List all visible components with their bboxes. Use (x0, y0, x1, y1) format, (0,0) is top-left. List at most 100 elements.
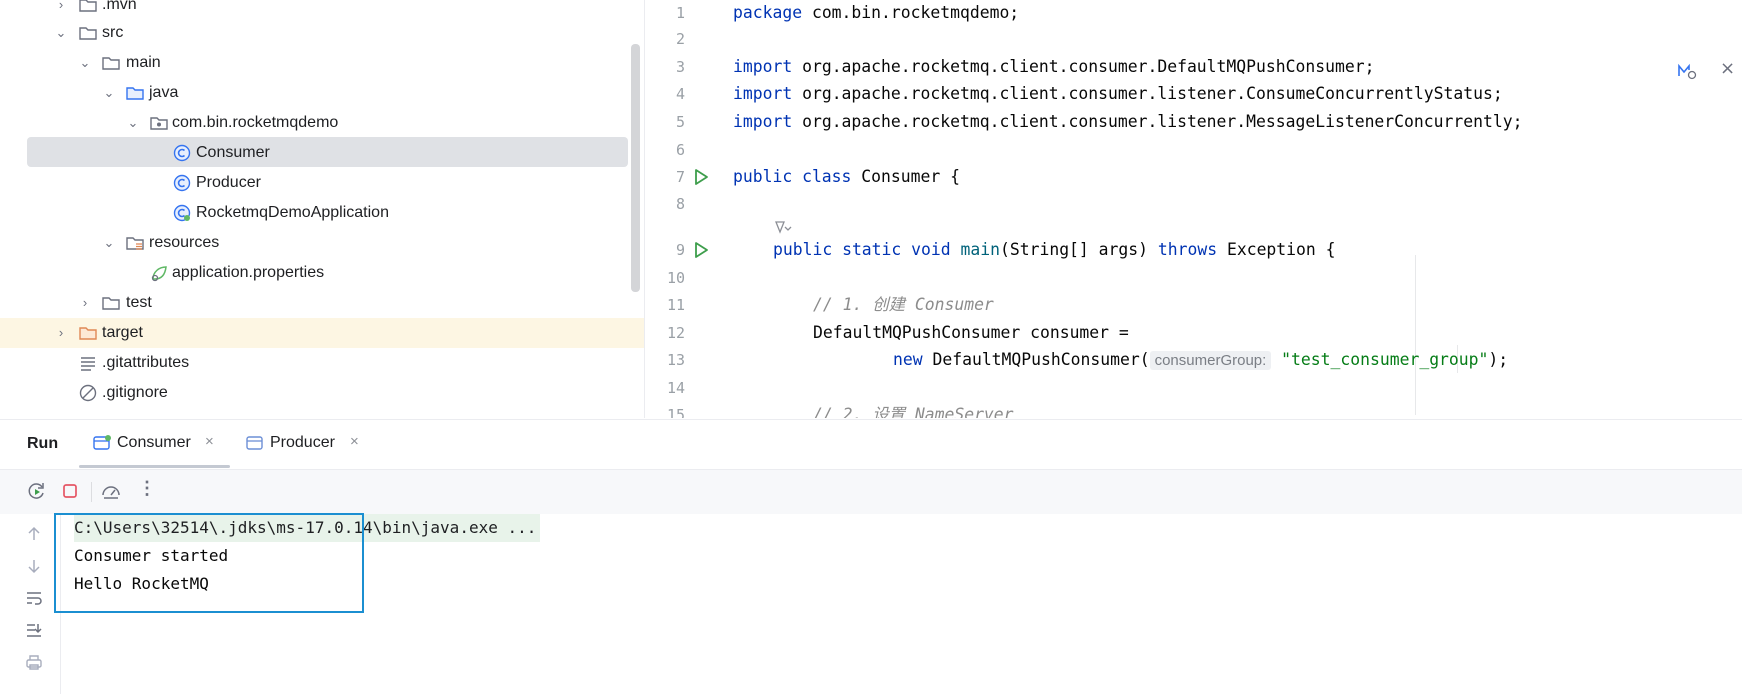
code-comment: // 2. 设置 NameServer (813, 405, 1014, 418)
tree-item-gitattributes[interactable]: .gitattributes (0, 348, 644, 378)
chevron-down-icon[interactable]: ⌄ (125, 113, 141, 133)
code-text: org.apache.rocketmq.client.consumer.list… (792, 112, 1523, 131)
tree-item-producer[interactable]: Producer (0, 168, 644, 198)
source-folder-icon (126, 87, 144, 100)
line-number: 11 (666, 296, 685, 314)
code-text: ); (1488, 350, 1509, 369)
tree-item-label: resources (149, 234, 220, 251)
run-header: Run Consumer × Producer × (0, 420, 1742, 468)
code-keyword: public class (733, 167, 852, 186)
code-line-9: public static void main(String[] args) t… (773, 240, 1336, 260)
tree-item-rocketmqdemoapplication[interactable]: RocketmqDemoApplication (0, 198, 644, 228)
chevron-right-icon[interactable]: › (77, 293, 93, 313)
arrow-up-icon[interactable] (24, 524, 44, 544)
profiler-icon[interactable] (100, 480, 122, 502)
tree-item-label: java (149, 84, 179, 101)
code-line-12: DefaultMQPushConsumer consumer = (813, 323, 1129, 342)
reader-mode-icon[interactable] (1676, 60, 1698, 82)
tree-item-src[interactable]: ⌄ src (0, 18, 644, 48)
code-text: Exception { (1217, 240, 1336, 259)
line-number: 8 (675, 195, 685, 213)
line-number: 10 (666, 269, 685, 287)
run-config-icon (246, 436, 263, 450)
code-line-1: package com.bin.rocketmqdemo; (733, 3, 1019, 23)
tree-scrollbar[interactable] (631, 44, 640, 292)
soft-wrap-icon[interactable] (24, 588, 44, 608)
print-icon[interactable] (24, 652, 44, 672)
stop-icon[interactable] (59, 480, 81, 502)
tree-item-label: .gitattributes (102, 354, 190, 371)
parameter-hint: consumerGroup: (1149, 351, 1272, 370)
code-keyword: package (733, 3, 803, 22)
chevron-down-icon[interactable]: ⌄ (101, 83, 117, 103)
code-text: (String[] args) (999, 240, 1158, 259)
tree-item-label: com.bin.rocketmqdemo (172, 114, 339, 131)
tab-label: Producer (270, 434, 335, 451)
run-class-icon[interactable] (691, 167, 711, 187)
tab-producer[interactable]: Producer × (246, 433, 376, 455)
code-method-name: main (960, 240, 1000, 259)
indent-guide (1415, 255, 1416, 415)
chevron-down-icon[interactable]: ⌄ (101, 233, 117, 253)
text-file-icon (81, 357, 95, 371)
code-comment: // 1. 创建 Consumer (813, 295, 994, 314)
run-toolbar: ⋮ (0, 469, 1742, 514)
line-number: 15 (666, 406, 685, 418)
line-number: 9 (675, 241, 685, 259)
code-editor[interactable]: 1 2 3 4 5 6 7 8 9 10 11 12 13 14 15 pack… (645, 0, 1742, 418)
tree-item-gitignore[interactable]: .gitignore (0, 378, 644, 408)
tree-item-test[interactable]: › test (0, 288, 644, 318)
tab-consumer[interactable]: Consumer × (93, 433, 223, 455)
tree-item-application-properties[interactable]: application.properties (0, 258, 644, 288)
chevron-down-icon[interactable]: ⌄ (77, 53, 93, 73)
chevron-right-icon[interactable]: › (53, 323, 69, 343)
tree-item-label: src (102, 24, 124, 41)
package-icon (150, 117, 168, 130)
code-keyword: throws (1157, 240, 1218, 259)
close-tab-icon[interactable]: × (205, 434, 219, 449)
tree-item-java[interactable]: ⌄ java (0, 78, 644, 108)
code-keyword: import (733, 57, 793, 76)
toolbar-divider (91, 482, 92, 502)
code-keyword: import (733, 84, 793, 103)
tree-item-label: target (102, 324, 143, 341)
code-line-3: import org.apache.rocketmq.client.consum… (733, 57, 1374, 77)
tree-item-mvn[interactable]: › .mvn (0, 0, 644, 20)
close-tab-icon[interactable]: × (350, 434, 364, 449)
close-icon[interactable]: × (1720, 58, 1735, 79)
tree-item-main[interactable]: ⌄ main (0, 48, 644, 78)
ignore-file-icon (79, 384, 97, 402)
tree-item-target[interactable]: › target (0, 318, 644, 348)
line-number: 5 (675, 113, 685, 131)
tree-item-consumer[interactable]: Consumer (0, 138, 644, 168)
tree-item-label: .mvn (102, 0, 137, 13)
tree-item-label: RocketmqDemoApplication (196, 204, 389, 221)
run-main-icon[interactable] (691, 240, 711, 260)
active-tab-indicator (79, 465, 230, 468)
code-text: org.apache.rocketmq.client.consumer.Defa… (792, 57, 1375, 76)
tree-item-label: main (126, 54, 161, 71)
more-options-icon[interactable]: ⋮ (138, 478, 156, 499)
highlight-frame (54, 513, 364, 613)
code-line-5: import org.apache.rocketmq.client.consum… (733, 112, 1522, 132)
tree-item-package[interactable]: ⌄ com.bin.rocketmqdemo (0, 108, 644, 138)
resources-folder-icon (126, 237, 144, 250)
chevron-right-icon[interactable]: › (53, 0, 69, 15)
code-text: DefaultMQPushConsumer( (922, 350, 1150, 369)
line-number: 14 (666, 379, 685, 397)
console-side-toolbar (0, 514, 61, 694)
run-panel-title: Run (27, 435, 59, 452)
tree-item-label: Producer (196, 174, 261, 191)
folder-icon (79, 0, 97, 12)
scroll-to-end-icon[interactable] (24, 620, 44, 640)
folder-icon (79, 27, 97, 40)
code-keyword: new (893, 350, 923, 369)
line-number: 1 (675, 4, 685, 22)
tree-item-label: Consumer (196, 144, 270, 161)
run-config-icon (93, 435, 111, 450)
ai-actions-icon[interactable] (773, 218, 803, 236)
arrow-down-icon[interactable] (24, 556, 44, 576)
rerun-icon[interactable] (26, 480, 48, 502)
chevron-down-icon[interactable]: ⌄ (53, 23, 69, 43)
tree-item-resources[interactable]: ⌄ resources (0, 228, 644, 258)
